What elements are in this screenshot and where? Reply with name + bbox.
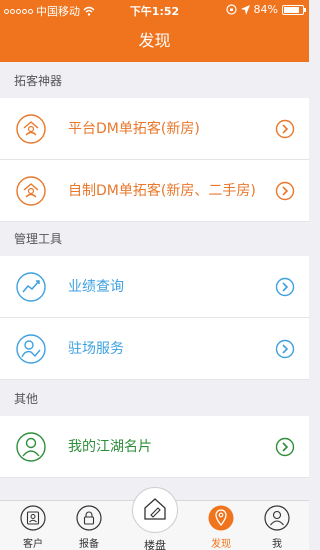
- list-item-performance[interactable]: 业绩查询: [0, 256, 309, 318]
- user-profile-icon: [16, 432, 46, 462]
- list-item-business-card[interactable]: 我的江湖名片: [0, 416, 309, 478]
- house-edit-icon: [144, 498, 166, 520]
- section-title: 管理工具: [14, 232, 63, 246]
- center-tab-circle: [132, 487, 178, 533]
- tab-discover[interactable]: 发现: [198, 501, 244, 550]
- section-header-other: 其他: [0, 382, 309, 416]
- list-item-platform-dm[interactable]: 平台DM单拓客(新房): [0, 98, 309, 160]
- tab-label: 发现: [211, 539, 231, 550]
- status-bar: 中国移动 下午1:52 84%: [0, 0, 309, 20]
- list-item-label: 平台DM单拓客(新房): [68, 121, 200, 137]
- page-title: 发现: [138, 31, 171, 50]
- tab-properties[interactable]: 楼盘: [130, 487, 180, 550]
- status-right: 84%: [225, 3, 306, 16]
- tab-label: 楼盘: [144, 539, 166, 550]
- nav-bar: 发现: [0, 20, 309, 62]
- section-title: 其他: [14, 392, 39, 406]
- house-person-icon: [16, 114, 46, 144]
- person-service-icon: [16, 334, 46, 364]
- trend-chart-icon: [16, 272, 46, 302]
- tab-label: 报备: [79, 539, 99, 550]
- list-item-onsite-service[interactable]: 驻场服务: [0, 318, 309, 380]
- list-item-label: 我的江湖名片: [68, 439, 152, 455]
- list-item-label: 驻场服务: [68, 341, 124, 357]
- location-icon: [240, 4, 250, 15]
- chevron-right-icon: [275, 339, 295, 359]
- tab-bar: 客户 报备 楼盘 发现 我: [0, 487, 309, 550]
- tab-customers[interactable]: 客户: [10, 501, 56, 550]
- chevron-right-icon: [275, 437, 295, 457]
- user-icon: [264, 505, 290, 531]
- chevron-right-icon: [275, 181, 295, 201]
- list-item-label: 自制DM单拓客(新房、二手房): [68, 183, 256, 199]
- tab-label: 客户: [23, 539, 43, 550]
- tab-label: 我: [272, 539, 282, 550]
- section-header-tuoke: 拓客神器: [0, 64, 309, 98]
- list-item-custom-dm[interactable]: 自制DM单拓客(新房、二手房): [0, 160, 309, 222]
- section-header-management: 管理工具: [0, 222, 309, 256]
- tab-me[interactable]: 我: [254, 501, 300, 550]
- contact-card-icon: [20, 505, 46, 531]
- battery-percent: 84%: [253, 3, 278, 16]
- chevron-right-icon: [275, 277, 295, 297]
- chevron-right-icon: [275, 119, 295, 139]
- battery-icon: [282, 4, 306, 15]
- location-pin-icon: [208, 505, 234, 531]
- section-title: 拓客神器: [14, 74, 63, 88]
- rotation-lock-icon: [225, 4, 237, 15]
- house-person-icon: [16, 176, 46, 206]
- list-item-label: 业绩查询: [68, 279, 124, 295]
- tab-report[interactable]: 报备: [66, 501, 112, 550]
- battery-fill: [284, 6, 300, 13]
- lock-icon: [76, 505, 102, 531]
